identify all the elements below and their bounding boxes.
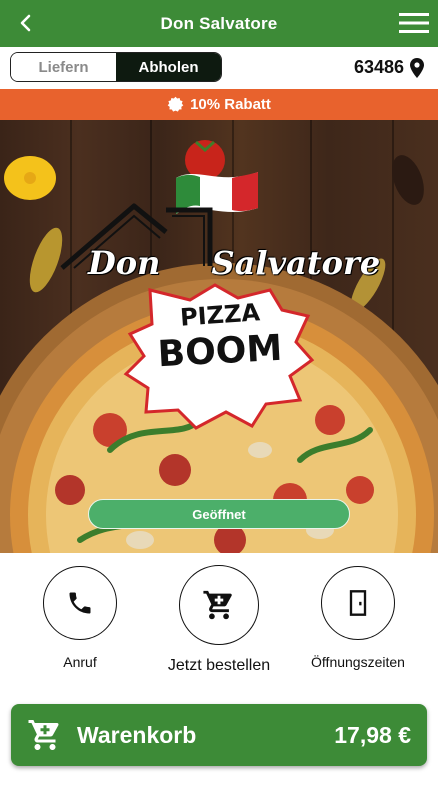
call-label: Anruf: [63, 654, 97, 670]
shopping-cart-icon: [28, 720, 59, 750]
call-button[interactable]: [43, 566, 117, 640]
logo-text: Don Salvatore: [88, 244, 388, 284]
mode-bar: Liefern Abholen 63486: [0, 47, 438, 89]
map-pin-icon: [410, 57, 424, 78]
logo-line-don: Don: [88, 244, 161, 282]
back-button[interactable]: [12, 9, 40, 37]
order-label: Jetzt bestellen: [167, 657, 271, 674]
location-selector[interactable]: 63486: [354, 57, 424, 78]
toggle-option-abholen[interactable]: Abholen: [116, 53, 221, 81]
cart-total: 17,98 €: [334, 721, 411, 748]
hours-button[interactable]: [321, 566, 395, 640]
opening-status-badge: Geöffnet: [88, 499, 350, 529]
promo-text: 10% Rabatt: [190, 96, 271, 113]
menu-button[interactable]: [399, 11, 429, 35]
order-action[interactable]: Jetzt bestellen: [159, 565, 279, 675]
door-icon: [349, 590, 367, 616]
delivery-mode-toggle: Liefern Abholen: [10, 52, 222, 82]
hero-banner: Don Salvatore PIZZA BOOM: [0, 120, 438, 553]
app-header: Don Salvatore: [0, 0, 438, 47]
cart-button[interactable]: Warenkorb 17,98 €: [11, 704, 427, 766]
hamburger-menu-icon: [399, 13, 429, 33]
badge-line-boom: BOOM: [156, 327, 284, 376]
hours-label: Öffnungszeiten: [311, 654, 405, 670]
hours-action[interactable]: Öffnungszeiten: [302, 566, 414, 670]
cart-label: Warenkorb: [77, 721, 197, 748]
toggle-option-liefern[interactable]: Liefern: [11, 53, 116, 81]
shopping-cart-icon: [203, 590, 232, 620]
call-action[interactable]: Anruf: [43, 566, 117, 670]
chevron-left-icon: [20, 14, 31, 32]
promo-banner[interactable]: 10% Rabatt: [0, 89, 438, 120]
order-button[interactable]: [179, 565, 259, 645]
logo-line-salvatore: Salvatore: [211, 244, 381, 282]
action-buttons: Anruf Jetzt bestellen Öffnungszeiten: [0, 553, 438, 693]
pizza-boom-badge: PIZZA BOOM: [140, 295, 300, 405]
page-title: Don Salvatore: [160, 13, 278, 33]
postcode: 63486: [353, 57, 404, 77]
badge-icon: [167, 96, 184, 112]
phone-icon: [69, 592, 91, 614]
